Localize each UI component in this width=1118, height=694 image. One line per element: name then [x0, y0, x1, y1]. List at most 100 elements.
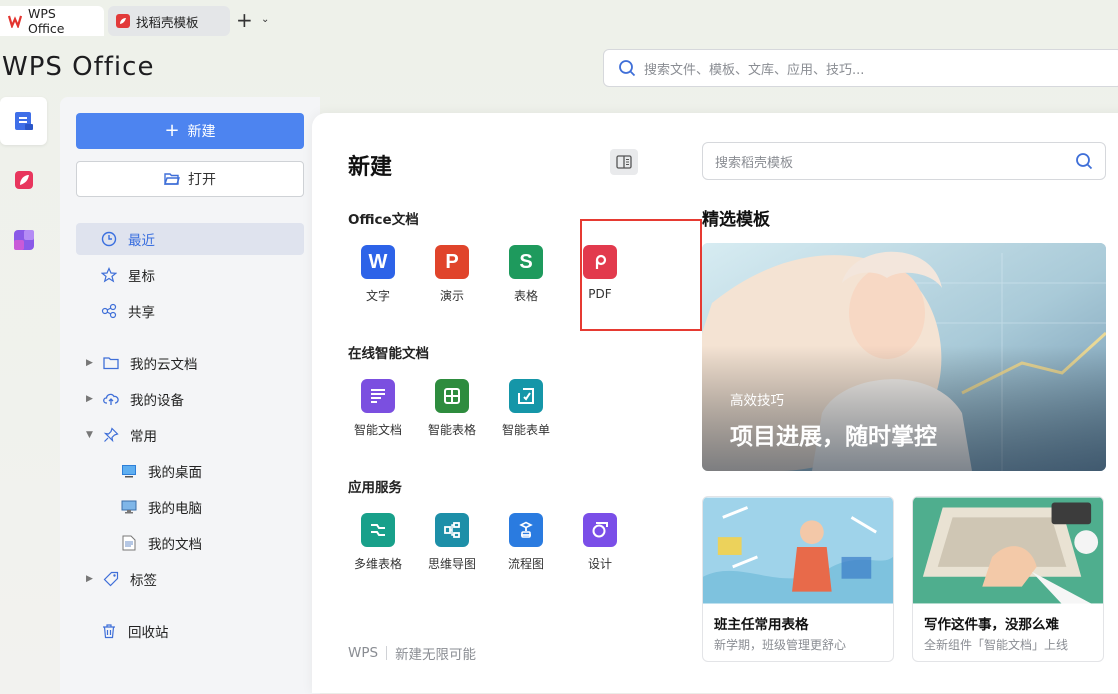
add-tab-button[interactable]: +	[236, 10, 253, 30]
computer-icon	[120, 498, 138, 516]
layout-toggle-button[interactable]	[610, 149, 638, 175]
sidebar-item-my-desktop[interactable]: 我的桌面	[76, 455, 304, 487]
new-smart-form-button[interactable]: 智能表单	[489, 379, 563, 449]
global-search-input[interactable]: 搜索文件、模板、文库、应用、技巧...	[603, 49, 1118, 87]
highlight-box	[580, 219, 702, 331]
sidebar-item-label: 回收站	[128, 625, 169, 641]
sidebar-item-tags[interactable]: ▶ 标签	[76, 563, 304, 595]
collapse-arrow-icon[interactable]: ▼	[86, 430, 98, 440]
search-icon	[619, 60, 636, 77]
template-search-placeholder: 搜索稻壳模板	[715, 155, 794, 171]
rail-docer[interactable]	[0, 156, 47, 204]
template-card[interactable]: 班主任常用表格 新学期，班级管理更舒心	[702, 496, 894, 662]
sidebar-item-my-documents[interactable]: 我的文档	[76, 527, 304, 559]
sidebar-item-label: 共享	[128, 305, 155, 321]
flowchart-icon	[509, 513, 543, 547]
folder-icon	[102, 354, 120, 372]
sidebar-item-shared[interactable]: 共享	[76, 295, 304, 327]
footer-brand: WPS	[348, 645, 379, 661]
pin-icon	[102, 426, 120, 444]
sidebar-item-label: 我的云文档	[130, 357, 198, 373]
sidebar-item-my-computer[interactable]: 我的电脑	[76, 491, 304, 523]
tab-list-chevron-icon[interactable]: ⌄	[261, 14, 269, 25]
trash-icon	[100, 622, 118, 640]
app-label: 表格	[513, 289, 538, 303]
sidebar-item-my-devices[interactable]: ▶ 我的设备	[76, 383, 304, 415]
sidebar-item-label: 我的设备	[130, 393, 184, 409]
sidebar-item-label: 我的电脑	[148, 501, 202, 517]
sidebar-item-recent[interactable]: 最近	[76, 223, 304, 255]
global-search-placeholder: 搜索文件、模板、文库、应用、技巧...	[644, 62, 865, 78]
tab-docer-templates[interactable]: 找稻壳模板	[108, 6, 230, 36]
sidebar-item-label: 标签	[130, 573, 157, 589]
sidebar-item-label: 星标	[128, 269, 155, 285]
template-card[interactable]: 写作这件事，没那么难 全新组件「智能文档」上线	[912, 496, 1104, 662]
new-spreadsheet-button[interactable]: S 表格	[489, 245, 563, 315]
new-document-panel: 新建 Office文档 W 文字 P 演示 S 表格 PDF 在线智能文档 智能…	[312, 113, 1118, 693]
new-smart-doc-button[interactable]: 智能文档	[341, 379, 415, 449]
expand-arrow-icon[interactable]: ▶	[86, 394, 98, 404]
cloud-upload-icon	[102, 390, 120, 408]
new-presentation-button[interactable]: P 演示	[415, 245, 489, 315]
folder-open-icon	[164, 173, 180, 185]
app-label: 演示	[439, 289, 464, 303]
template-search-input[interactable]: 搜索稻壳模板	[702, 142, 1106, 180]
footer-slogan: 新建无限可能	[395, 647, 477, 663]
sidebar-item-recycle-bin[interactable]: 回收站	[76, 615, 304, 647]
section-office-docs: Office文档	[348, 212, 419, 228]
new-button[interactable]: + 新建	[76, 113, 304, 149]
spreadsheet-icon: S	[509, 245, 543, 279]
featured-template-banner[interactable]: 高效技巧 项目进展，随时掌控	[702, 243, 1106, 471]
multi-table-icon	[361, 513, 395, 547]
expand-arrow-icon[interactable]: ▶	[86, 574, 98, 584]
search-icon[interactable]	[1075, 152, 1093, 170]
new-smart-sheet-button[interactable]: 智能表格	[415, 379, 489, 449]
banner-title: 项目进展，随时掌控	[730, 424, 937, 450]
section-online-smart-docs: 在线智能文档	[348, 346, 429, 362]
sidebar-item-starred[interactable]: 星标	[76, 259, 304, 291]
app-label: 设计	[587, 557, 612, 571]
tab-label: WPS Office	[28, 6, 65, 36]
plus-icon: +	[164, 120, 180, 141]
sidebar-item-label: 常用	[130, 429, 157, 445]
app-label: 思维导图	[427, 557, 476, 571]
smart-form-icon	[509, 379, 543, 413]
footer-divider	[386, 646, 388, 660]
wps-logo-icon	[8, 15, 22, 28]
card-title: 班主任常用表格	[714, 617, 809, 633]
new-flowchart-button[interactable]: 流程图	[489, 513, 563, 583]
mind-map-icon	[435, 513, 469, 547]
panel-footer: WPS 新建无限可能	[348, 643, 476, 663]
app-label: 智能表单	[501, 423, 550, 437]
document-icon	[14, 112, 33, 130]
sidebar: + 新建 打开 最近 星标 共享 ▶ 我的云文档 ▶ 我的设备 ▼ 常用 我的桌…	[60, 97, 320, 694]
sidebar-item-common[interactable]: ▼ 常用	[76, 419, 304, 451]
desktop-icon	[120, 462, 138, 480]
tab-wps-office[interactable]: WPS Office	[0, 6, 104, 36]
open-button[interactable]: 打开	[76, 161, 304, 197]
new-mind-map-button[interactable]: 思维导图	[415, 513, 489, 583]
sidebar-item-cloud-docs[interactable]: ▶ 我的云文档	[76, 347, 304, 379]
app-label: 智能文档	[353, 423, 402, 437]
apps-cube-icon	[13, 230, 34, 250]
banner-subtitle: 高效技巧	[730, 393, 784, 409]
rail-documents[interactable]	[0, 97, 47, 145]
rail-apps[interactable]	[0, 216, 47, 264]
sidebar-item-label: 最近	[128, 233, 155, 249]
page-title: 新建	[348, 155, 393, 180]
tag-icon	[102, 570, 120, 588]
card-illustration	[703, 497, 893, 604]
share-icon	[100, 302, 118, 320]
expand-arrow-icon[interactable]: ▶	[86, 358, 98, 368]
smart-doc-icon	[361, 379, 395, 413]
writer-icon: W	[361, 245, 395, 279]
app-label: 文字	[365, 289, 390, 303]
section-app-services: 应用服务	[348, 480, 402, 496]
card-title: 写作这件事，没那么难	[924, 617, 1059, 633]
card-subtitle: 新学期，班级管理更舒心	[714, 638, 847, 652]
new-multi-table-button[interactable]: 多维表格	[341, 513, 415, 583]
document-file-icon	[120, 534, 138, 552]
star-icon	[100, 266, 118, 284]
new-design-button[interactable]: 设计	[563, 513, 637, 583]
new-writer-button[interactable]: W 文字	[341, 245, 415, 315]
